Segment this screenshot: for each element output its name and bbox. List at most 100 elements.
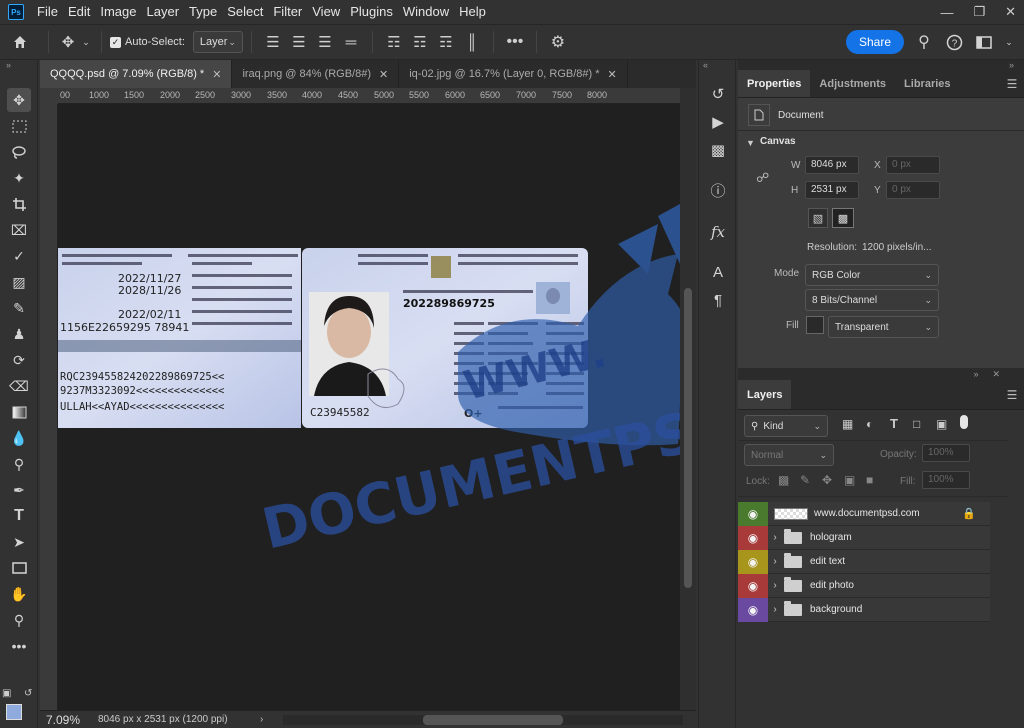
filter-toggle-switch[interactable] (960, 415, 968, 429)
visibility-eye-icon[interactable]: ◉ (738, 573, 768, 598)
vertical-ruler[interactable] (40, 104, 58, 710)
menu-view[interactable]: View (307, 0, 345, 24)
path-selection-tool-icon[interactable]: ➤ (7, 530, 31, 554)
menu-filter[interactable]: Filter (268, 0, 307, 24)
align-left-icon[interactable]: ☰ (260, 33, 286, 51)
width-input[interactable]: 8046 px (805, 156, 859, 174)
tab-qqqq-psd[interactable]: QQQQ.psd @ 7.09% (RGB/8) * ✕ (40, 60, 233, 88)
close-icon[interactable]: ✕ (379, 68, 388, 81)
align-middle-v-icon[interactable]: ☶ (407, 33, 433, 51)
lock-artboard-icon[interactable]: ▣ (844, 473, 855, 487)
collapse-icon[interactable]: » (6, 60, 11, 70)
scroll-thumb[interactable] (423, 714, 564, 725)
tab-iq-02-jpg[interactable]: iq-02.jpg @ 16.7% (Layer 0, RGB/8#) * ✕ (399, 60, 628, 88)
bit-depth-dropdown[interactable]: 8 Bits/Channel ⌄ (805, 289, 939, 311)
workspace-icon[interactable] (974, 35, 994, 49)
menu-window[interactable]: Window (398, 0, 454, 24)
x-input[interactable]: 0 px (886, 156, 940, 174)
collapse-icon[interactable]: » (973, 369, 978, 379)
document-canvas[interactable]: 2022/11/27 2028/11/26 2022/02/11 1156E22… (58, 104, 680, 710)
eyedropper-tool-icon[interactable]: ✓ (7, 244, 31, 268)
chevron-right-icon[interactable]: › (768, 556, 782, 567)
play-actions-icon[interactable]: ▶ (706, 110, 730, 134)
close-icon[interactable]: ✕ (992, 369, 1000, 380)
vertical-scrollbar[interactable] (680, 88, 696, 710)
layer-row[interactable]: ◉ › edit text (738, 549, 990, 574)
foreground-color-swatch[interactable] (6, 704, 22, 720)
default-colors-icon[interactable]: ▣ (2, 688, 11, 699)
chevron-down-icon[interactable]: ▼ (746, 138, 755, 148)
horizontal-scrollbar[interactable] (283, 714, 684, 725)
paragraph-icon[interactable]: ¶ (706, 288, 730, 312)
menu-layer[interactable]: Layer (142, 0, 185, 24)
lock-transparent-icon[interactable]: ▩ (778, 473, 789, 487)
auto-select-checkbox[interactable]: ✓ (110, 36, 121, 48)
visibility-eye-icon[interactable]: ◉ (738, 549, 768, 574)
crop-tool-icon[interactable] (7, 192, 31, 216)
height-input[interactable]: 2531 px (805, 181, 859, 199)
frame-tool-icon[interactable]: ⌧ (7, 218, 31, 242)
smart-object-filter-icon[interactable]: ▣ (936, 417, 947, 431)
swap-colors-icon[interactable]: ↺ (24, 688, 32, 699)
fill-input[interactable]: 100% (922, 471, 970, 489)
help-icon[interactable]: ? (944, 34, 964, 51)
brush-tool-icon[interactable]: ✎ (7, 296, 31, 320)
tab-properties[interactable]: Properties (738, 70, 811, 97)
menu-image[interactable]: Image (95, 0, 141, 24)
portrait-orientation-button[interactable]: ▧ (808, 208, 828, 228)
fill-dropdown[interactable]: Transparent ⌄ (828, 316, 939, 338)
menu-edit[interactable]: Edit (63, 0, 95, 24)
menu-help[interactable]: Help (454, 0, 491, 24)
link-icon[interactable]: ☍ (756, 170, 769, 186)
auto-select-target-dropdown[interactable]: Layer ⌄ (192, 31, 243, 53)
gear-icon[interactable]: ⚙ (545, 32, 571, 52)
zoom-level[interactable]: 7.09% (40, 713, 90, 727)
layer-filter-dropdown[interactable]: ⚲ Kind ⌄ (744, 415, 828, 437)
scroll-thumb[interactable] (684, 288, 692, 588)
layer-row[interactable]: ◉ › hologram (738, 525, 990, 550)
image-filter-icon[interactable]: ▦ (842, 417, 853, 431)
edit-toolbar-icon[interactable]: ••• (7, 634, 31, 658)
zoom-tool-icon[interactable]: ⚲ (7, 608, 31, 632)
horizontal-ruler[interactable]: 00 1000 1500 2000 2500 3000 3500 4000 45… (58, 88, 680, 104)
dodge-tool-icon[interactable]: ⚲ (7, 452, 31, 476)
align-top-icon[interactable]: ☶ (381, 33, 407, 51)
restore-icon[interactable]: ❐ (973, 4, 985, 20)
marquee-tool-icon[interactable] (7, 114, 31, 138)
layer-row[interactable]: ◉ › edit photo (738, 573, 990, 598)
comments-icon[interactable]: ▩ (706, 138, 730, 162)
tab-libraries[interactable]: Libraries (895, 70, 959, 97)
more-options-icon[interactable]: ••• (502, 33, 528, 51)
type-tool-icon[interactable]: T (7, 504, 31, 528)
visibility-eye-icon[interactable]: ◉ (738, 501, 768, 526)
chevron-right-icon[interactable]: › (768, 580, 782, 591)
chevron-down-icon[interactable]: ⌄ (79, 37, 93, 48)
lock-all-icon[interactable]: ■ (866, 473, 873, 487)
panel-menu-icon[interactable]: ☰ (1000, 380, 1024, 409)
menu-select[interactable]: Select (222, 0, 268, 24)
chevron-right-icon[interactable]: › (768, 604, 782, 615)
y-input[interactable]: 0 px (886, 181, 940, 199)
visibility-eye-icon[interactable]: ◉ (738, 525, 768, 550)
tab-layers[interactable]: Layers (738, 380, 792, 409)
chevron-right-icon[interactable]: › (768, 532, 782, 543)
lock-pixels-icon[interactable]: ✎ (800, 473, 810, 487)
chevron-right-icon[interactable]: › (260, 714, 263, 725)
close-icon[interactable]: ✕ (212, 68, 221, 81)
panel-menu-icon[interactable]: ☰ (1000, 70, 1024, 97)
info-icon[interactable]: ⓘ (706, 178, 730, 202)
shape-filter-icon[interactable]: □ (913, 417, 920, 431)
search-icon[interactable]: ⚲ (914, 32, 934, 52)
layer-row[interactable]: ◉ › background (738, 597, 990, 622)
move-tool-icon[interactable]: ✥ (7, 88, 31, 112)
character-icon[interactable]: A (706, 260, 730, 284)
tab-adjustments[interactable]: Adjustments (810, 70, 895, 97)
opacity-input[interactable]: 100% (922, 444, 970, 462)
home-icon[interactable] (0, 34, 40, 50)
function-icon[interactable]: fx (706, 220, 730, 244)
close-icon[interactable]: ✕ (608, 68, 617, 81)
move-tool-icon[interactable]: ✥ (57, 33, 79, 51)
menu-plugins[interactable]: Plugins (345, 0, 398, 24)
clone-stamp-tool-icon[interactable]: ♟ (7, 322, 31, 346)
magic-wand-tool-icon[interactable]: ✦ (7, 166, 31, 190)
